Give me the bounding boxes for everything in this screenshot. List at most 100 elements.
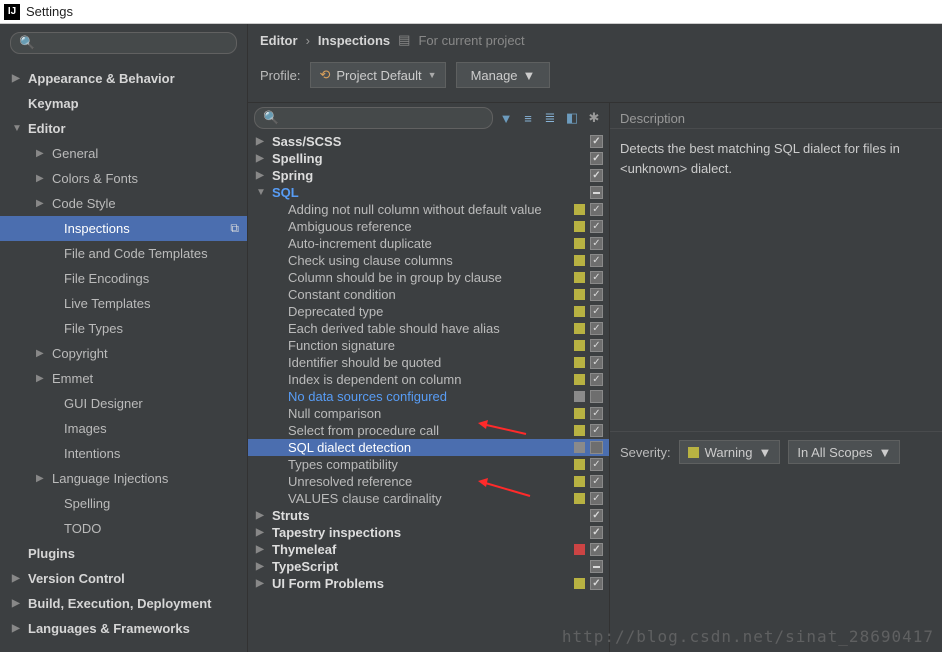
inspection-item[interactable]: Deprecated type✓ (248, 303, 609, 320)
collapse-all-icon[interactable]: ≣ (541, 109, 559, 127)
inspection-checkbox[interactable]: ✓ (590, 373, 603, 386)
inspection-category[interactable]: ▶Thymeleaf✓ (248, 541, 609, 558)
sidebar-item[interactable]: ▶Build, Execution, Deployment (0, 591, 247, 616)
inspection-checkbox[interactable]: ✓ (590, 492, 603, 505)
inspection-checkbox[interactable]: ✓ (590, 305, 603, 318)
inspection-checkbox[interactable] (590, 441, 603, 454)
inspection-category[interactable]: ▶Struts✓ (248, 507, 609, 524)
inspection-category[interactable]: ▶Spring✓ (248, 167, 609, 184)
sidebar-item[interactable]: Images (0, 416, 247, 441)
severity-combo[interactable]: Warning ▼ (679, 440, 781, 464)
inspection-item[interactable]: VALUES clause cardinality✓ (248, 490, 609, 507)
inspection-checkbox[interactable]: ✓ (590, 356, 603, 369)
inspection-category[interactable]: ▶Sass/SCSS✓ (248, 133, 609, 150)
inspection-category[interactable]: ▶Spelling✓ (248, 150, 609, 167)
inspection-category[interactable]: ▼SQL (248, 184, 609, 201)
sidebar-item-label: Language Injections (52, 471, 168, 486)
inspection-checkbox[interactable] (590, 186, 603, 199)
inspection-checkbox[interactable]: ✓ (590, 339, 603, 352)
sidebar-item[interactable]: ▶General (0, 141, 247, 166)
inspection-item[interactable]: Column should be in group by clause✓ (248, 269, 609, 286)
inspection-checkbox[interactable]: ✓ (590, 577, 603, 590)
reset-icon[interactable]: ◧ (563, 109, 581, 127)
scope-combo[interactable]: In All Scopes ▼ (788, 440, 900, 464)
inspection-category[interactable]: ▶Tapestry inspections✓ (248, 524, 609, 541)
profile-combo[interactable]: ⟲ Project Default ▼ (310, 62, 445, 88)
inspection-checkbox[interactable]: ✓ (590, 543, 603, 556)
inspection-checkbox[interactable]: ✓ (590, 220, 603, 233)
sidebar-item[interactable]: ▶Appearance & Behavior (0, 66, 247, 91)
expand-all-icon[interactable]: ≡ (519, 109, 537, 127)
crumb-editor[interactable]: Editor (260, 33, 298, 48)
sidebar-item[interactable]: TODO (0, 516, 247, 541)
sidebar-item[interactable]: ▶Languages & Frameworks (0, 616, 247, 641)
sidebar-item[interactable]: ▶Colors & Fonts (0, 166, 247, 191)
sidebar-item[interactable]: Intentions (0, 441, 247, 466)
inspection-label: No data sources configured (288, 389, 609, 404)
inspection-item[interactable]: Each derived table should have alias✓ (248, 320, 609, 337)
inspection-checkbox[interactable]: ✓ (590, 458, 603, 471)
inspection-checkbox[interactable]: ✓ (590, 475, 603, 488)
inspection-item[interactable]: Types compatibility✓ (248, 456, 609, 473)
inspection-item[interactable]: Check using clause columns✓ (248, 252, 609, 269)
sidebar-item[interactable]: GUI Designer (0, 391, 247, 416)
sidebar-item[interactable]: File and Code Templates (0, 241, 247, 266)
inspection-label: Types compatibility (288, 457, 609, 472)
inspection-checkbox[interactable]: ✓ (590, 271, 603, 284)
sidebar-item-label: Editor (28, 121, 66, 136)
inspection-checkbox[interactable]: ✓ (590, 288, 603, 301)
inspections-tree[interactable]: ▶Sass/SCSS✓▶Spelling✓▶Spring✓▼SQLAdding … (248, 133, 609, 652)
inspection-checkbox[interactable] (590, 390, 603, 403)
sidebar-item[interactable]: Spelling (0, 491, 247, 516)
sidebar-item[interactable]: File Types (0, 316, 247, 341)
inspection-checkbox[interactable]: ✓ (590, 424, 603, 437)
inspection-item[interactable]: Ambiguous reference✓ (248, 218, 609, 235)
sidebar-search-input[interactable]: 🔍 (10, 32, 237, 54)
sidebar-item[interactable]: Inspections⧉ (0, 216, 247, 241)
sidebar-item[interactable]: Keymap (0, 91, 247, 116)
expand-icon: ▶ (36, 373, 48, 384)
inspection-item[interactable]: Constant condition✓ (248, 286, 609, 303)
inspection-item[interactable]: No data sources configured (248, 388, 609, 405)
inspection-checkbox[interactable]: ✓ (590, 322, 603, 335)
inspection-item[interactable]: Index is dependent on column✓ (248, 371, 609, 388)
inspection-item[interactable]: SQL dialect detection (248, 439, 609, 456)
sidebar-item[interactable]: Plugins (0, 541, 247, 566)
inspection-checkbox[interactable]: ✓ (590, 135, 603, 148)
sidebar-item[interactable]: ▶Copyright (0, 341, 247, 366)
inspection-category[interactable]: ▶TypeScript (248, 558, 609, 575)
inspection-item[interactable]: Function signature✓ (248, 337, 609, 354)
manage-button[interactable]: Manage ▼ (456, 62, 551, 88)
search-icon: 🔍 (19, 35, 35, 51)
inspection-checkbox[interactable]: ✓ (590, 169, 603, 182)
inspection-item[interactable]: Adding not null column without default v… (248, 201, 609, 218)
settings-tree[interactable]: ▶Appearance & BehaviorKeymap▼Editor▶Gene… (0, 62, 247, 652)
inspections-search-input[interactable]: 🔍 (254, 107, 493, 129)
sidebar-item[interactable]: ▶Code Style (0, 191, 247, 216)
sidebar-item-label: General (52, 146, 98, 161)
inspection-item[interactable]: Select from procedure call✓ (248, 422, 609, 439)
filter-icon[interactable]: ▼ (497, 109, 515, 127)
inspection-checkbox[interactable]: ✓ (590, 237, 603, 250)
sidebar-item[interactable]: ▼Editor (0, 116, 247, 141)
expand-icon: ▼ (256, 187, 268, 198)
inspection-checkbox[interactable] (590, 560, 603, 573)
inspection-category[interactable]: ▶UI Form Problems✓ (248, 575, 609, 592)
inspection-item[interactable]: Auto-increment duplicate✓ (248, 235, 609, 252)
sidebar-item[interactable]: File Encodings (0, 266, 247, 291)
inspection-checkbox[interactable]: ✓ (590, 509, 603, 522)
inspection-checkbox[interactable]: ✓ (590, 526, 603, 539)
inspection-item[interactable]: Unresolved reference✓ (248, 473, 609, 490)
inspection-checkbox[interactable]: ✓ (590, 152, 603, 165)
gear-icon[interactable]: ✱ (585, 109, 603, 127)
inspection-checkbox[interactable]: ✓ (590, 203, 603, 216)
inspection-checkbox[interactable]: ✓ (590, 254, 603, 267)
sidebar-item[interactable]: ▶Version Control (0, 566, 247, 591)
sidebar-item[interactable]: Live Templates (0, 291, 247, 316)
sidebar-item[interactable]: ▶Emmet (0, 366, 247, 391)
severity-swatch (574, 561, 585, 572)
inspection-checkbox[interactable]: ✓ (590, 407, 603, 420)
inspection-item[interactable]: Null comparison✓ (248, 405, 609, 422)
inspection-item[interactable]: Identifier should be quoted✓ (248, 354, 609, 371)
sidebar-item[interactable]: ▶Language Injections (0, 466, 247, 491)
